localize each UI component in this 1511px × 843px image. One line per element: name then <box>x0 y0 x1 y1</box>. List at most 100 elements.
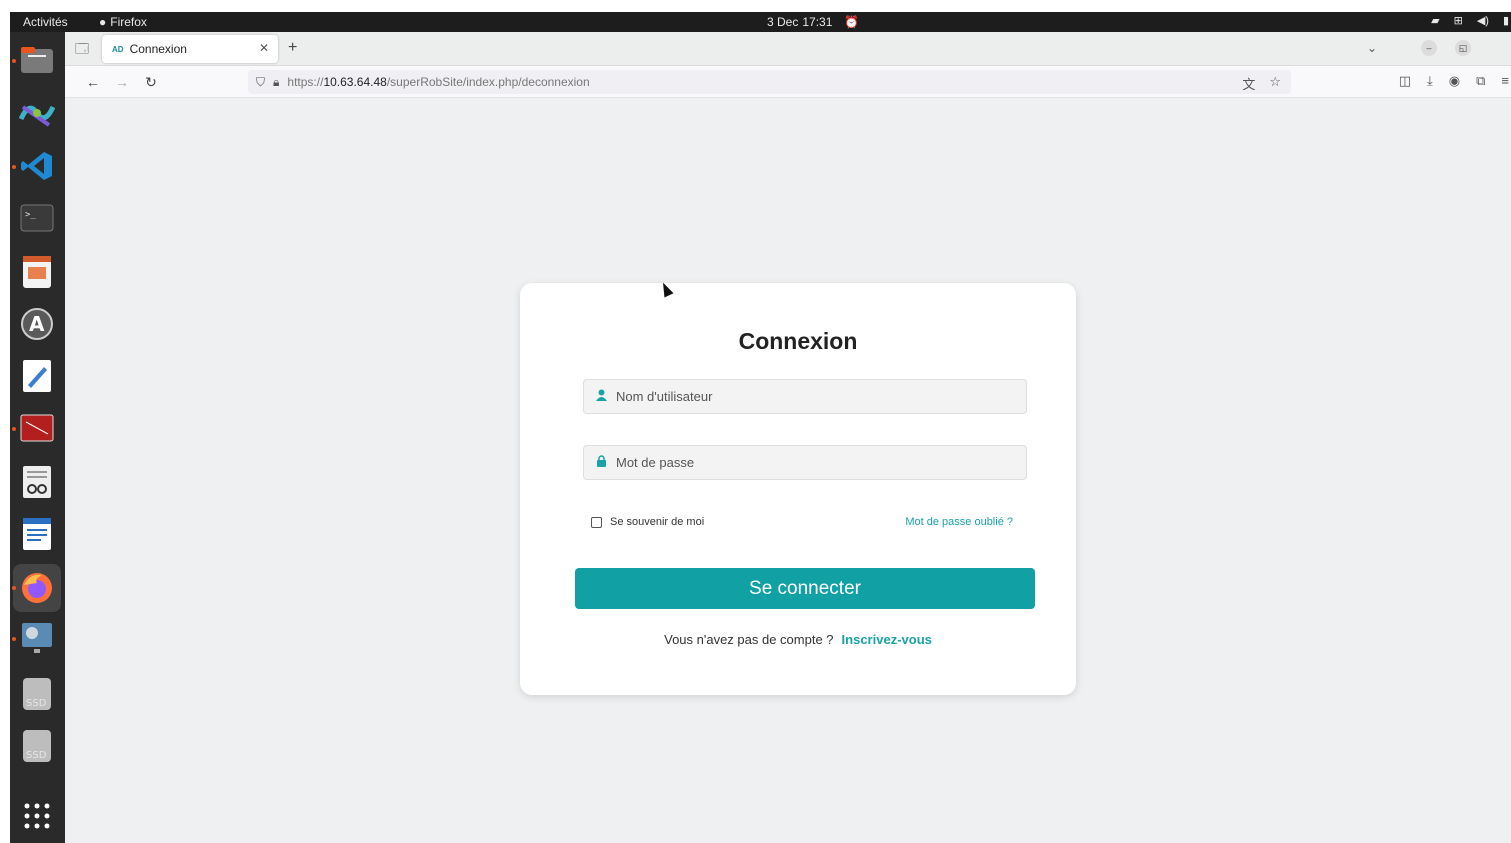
download-icon[interactable]: ⤓ <box>1427 73 1433 89</box>
dock-writer[interactable] <box>19 516 55 552</box>
url-host: 10.63.64.48 <box>323 75 387 89</box>
lock-icon <box>594 455 608 470</box>
impress-icon <box>23 256 51 288</box>
vscode-icon <box>21 152 52 180</box>
tab-connexion[interactable]: AD Connexion ✕ <box>102 35 278 63</box>
dock-running-indicator <box>12 586 16 590</box>
drive-label: SSD <box>26 698 47 709</box>
translate-icon[interactable]: 文 <box>1242 74 1255 93</box>
text-editor-icon <box>23 360 51 392</box>
login-button[interactable]: Se connecter <box>575 568 1035 609</box>
dock-ros[interactable] <box>19 96 55 132</box>
nav-bar: ← → ↻ ⛉ 🔒︎ https://10.63.64.48/superRobS… <box>65 66 1511 98</box>
checkbox-box[interactable] <box>591 516 602 528</box>
clock-time: 17:31 <box>802 15 833 29</box>
app-menu[interactable]: ● Firefox <box>99 15 147 29</box>
url-prefix: https:// <box>287 75 324 89</box>
volume-icon: ◀) <box>1476 15 1489 27</box>
clock[interactable]: 3 Dec 17:31 ⏰ <box>767 15 859 29</box>
pocket-icon[interactable]: ◫ <box>1399 73 1411 89</box>
writer-icon <box>23 518 51 550</box>
signup-prompt: Vous n'avez pas de compte ? Inscrivez-vou… <box>520 632 1076 647</box>
bookmark-star-icon[interactable]: ☆ <box>1269 74 1281 93</box>
simulator-icon <box>22 623 52 653</box>
dock-running-indicator <box>12 59 16 63</box>
system-tray[interactable]: ▰ ⊞ ◀) ▮ <box>1431 14 1511 27</box>
reload-icon[interactable]: ↻ <box>141 72 161 92</box>
dock-simulator[interactable] <box>19 620 55 656</box>
dock-software[interactable]: A <box>19 306 55 342</box>
dock-show-apps[interactable] <box>19 798 55 834</box>
drive-label: SSD <box>26 750 47 761</box>
app-grid-icon <box>24 803 50 829</box>
password-field[interactable] <box>583 445 1027 480</box>
site-favicon-icon: AD <box>112 44 124 54</box>
dock-vscode[interactable] <box>19 148 55 184</box>
dock-files[interactable] <box>19 42 55 78</box>
drive-icon: SSD <box>23 678 51 710</box>
forgot-password-link[interactable]: Mot de passe oublié ? <box>905 516 1013 528</box>
window-controls: ⌄ – ◱ ✕ <box>1367 40 1511 56</box>
lock-icon: 🔒︎ <box>273 74 280 89</box>
dock-impress[interactable] <box>19 254 55 290</box>
dock-terminal[interactable]: >_ <box>19 200 55 236</box>
dock-document-viewer[interactable] <box>19 464 55 500</box>
password-input[interactable] <box>616 455 1016 470</box>
dock-running-indicator <box>12 637 16 641</box>
signup-link[interactable]: Inscrivez-vous <box>842 632 932 647</box>
remote-desktop-icon <box>20 414 54 442</box>
minimize-icon[interactable]: – <box>1421 40 1437 56</box>
url-path: /superRobSite/index.php/deconnexion <box>386 75 590 89</box>
dock-ssd-2[interactable]: SSD <box>19 728 55 764</box>
shield-icon: ⛉ <box>256 74 266 89</box>
firefox-small-icon: ● <box>99 15 107 29</box>
url-bar-actions: 文 ☆ <box>1242 74 1281 93</box>
forward-icon[interactable]: → <box>112 72 132 92</box>
terminal-icon: >_ <box>20 204 54 232</box>
clock-date: 3 Dec <box>767 15 799 29</box>
firefox-view-icon[interactable]: 🗔 <box>73 40 91 58</box>
page-content: Connexion Se souvenir de moi <box>65 98 1511 843</box>
list-all-tabs-icon[interactable]: ⌄ <box>1367 41 1377 55</box>
username-input[interactable] <box>616 389 1016 404</box>
document-viewer-icon <box>23 466 51 498</box>
power-icon: ▮ <box>1502 15 1509 27</box>
toolbar-tools: ◫ ⤓ ◉ ⧉ ≡ <box>1399 73 1511 89</box>
login-card: Connexion Se souvenir de moi <box>520 283 1076 695</box>
close-tab-icon[interactable]: ✕ <box>259 41 269 55</box>
dock: >_ A SSD SSD <box>10 32 65 843</box>
remember-me-checkbox[interactable]: Se souvenir de moi <box>591 516 704 528</box>
url-bar[interactable]: ⛉ 🔒︎ https://10.63.64.48/superRobSite/in… <box>248 70 1291 94</box>
page-title: Connexion <box>738 328 858 354</box>
tab-bar: 🗔 AD Connexion ✕ + ⌄ – ◱ ✕ <box>65 32 1511 66</box>
files-icon <box>21 47 53 73</box>
remember-me-label: Se souvenir de moi <box>610 516 705 528</box>
menu-icon[interactable]: ≡ <box>1501 73 1509 89</box>
new-tab-icon[interactable]: + <box>288 39 297 57</box>
user-icon <box>594 389 608 404</box>
dock-remote-desktop[interactable] <box>19 410 55 446</box>
activities-button[interactable]: Activités <box>23 15 68 29</box>
restore-icon[interactable]: ◱ <box>1455 40 1471 56</box>
username-field[interactable] <box>583 379 1027 414</box>
dock-ssd-1[interactable]: SSD <box>19 676 55 712</box>
account-icon[interactable]: ◉ <box>1449 73 1460 89</box>
back-icon[interactable]: ← <box>83 72 103 92</box>
extensions-icon[interactable]: ⧉ <box>1476 73 1485 89</box>
svg-text:>_: >_ <box>25 210 36 220</box>
chat-icon: ▰ <box>1431 15 1440 27</box>
no-account-text: Vous n'avez pas de compte ? <box>664 632 834 647</box>
drive-icon: SSD <box>23 730 51 762</box>
network-icon: ⊞ <box>1453 15 1463 27</box>
dock-running-indicator <box>12 427 16 431</box>
dock-text-editor[interactable] <box>19 358 55 394</box>
desktop: Activités ● Firefox 3 Dec 17:31 ⏰ ▰ ⊞ ◀)… <box>10 12 1511 843</box>
ros-icon <box>19 105 55 127</box>
alarm-icon: ⏰ <box>844 15 860 29</box>
software-icon: A <box>21 308 53 340</box>
dock-firefox[interactable] <box>13 564 61 612</box>
dock-running-indicator <box>12 165 16 169</box>
svg-text:A: A <box>29 312 45 336</box>
top-bar: Activités ● Firefox 3 Dec 17:31 ⏰ ▰ ⊞ ◀)… <box>10 12 1511 32</box>
browser-window: 🗔 AD Connexion ✕ + ⌄ – ◱ ✕ ← → ↻ ⛉ 🔒︎ h <box>65 32 1511 843</box>
